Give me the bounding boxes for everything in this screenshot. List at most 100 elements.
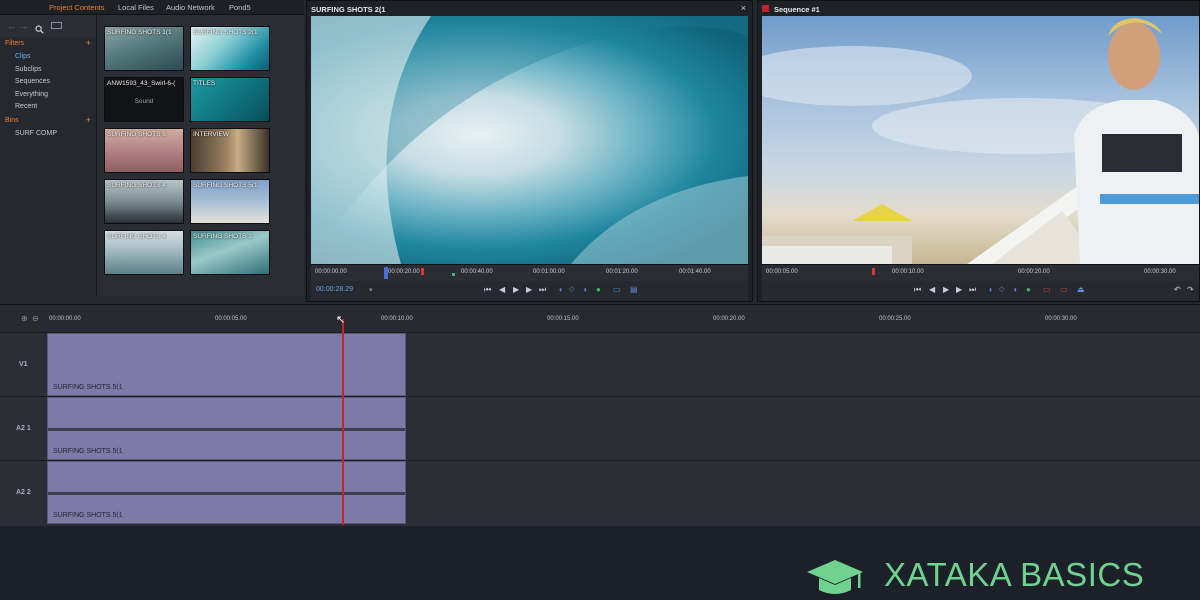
mark-clip-icon[interactable]: ◇ [999,285,1004,295]
mark-in-icon[interactable] [384,267,388,279]
sidebar-item-sequences[interactable]: Sequences [15,78,50,85]
clip-label: SURFING SHOTS 3 [193,233,252,240]
track-label-v1[interactable]: V1 [19,361,28,368]
record-viewer-title: Sequence #1 [774,5,820,14]
step-forward-icon[interactable]: ▶ [956,285,962,295]
timeline-playhead[interactable] [342,319,344,525]
lift-icon[interactable]: ▭ [1043,285,1051,295]
mark-in-button-icon[interactable]: ◖ [988,285,993,295]
graduation-cap-icon [807,560,863,594]
clip-thumbnail[interactable]: SURFING SHOTS 1(1 [104,26,184,71]
ruler-tick-label: 00:00:20.00 [1018,269,1050,275]
go-to-start-icon[interactable]: ⏮ [914,285,921,295]
clip-thumbnail[interactable]: SURFING SHOTS 2(1 [190,26,270,71]
add-marker-icon[interactable]: ● [1026,285,1031,295]
ruler-tick-label: 00:01:00.00 [533,269,565,275]
clip-thumbnail[interactable]: SURFING SHOTS 6 [104,128,184,173]
mark-out-button-icon[interactable]: ◗ [1013,285,1018,295]
clip-label: SURFING SHOTS 6 [107,131,166,138]
redo-icon[interactable]: ↷ [1187,285,1194,295]
clip-label: TITLES [193,80,216,87]
tab-local-files[interactable]: Local Files [118,0,154,15]
ruler-tick-label: 00:00:40.00 [461,269,493,275]
source-time-ruler[interactable]: 00:00:00.00 00:00:20.00 00:00:40.00 00:0… [311,264,748,282]
timeline-audio-clip[interactable]: SURFING SHOTS 5(1 [47,397,406,460]
close-icon[interactable]: × [741,3,746,13]
view-mode-icon[interactable] [51,22,62,29]
zoom-out-icon[interactable]: ⊖ [32,314,39,323]
tab-pond5[interactable]: Pond5 [229,0,251,15]
go-to-end-icon[interactable]: ⏭ [969,285,976,295]
ruler-tick-label: 00:01:40.00 [679,269,711,275]
go-to-end-icon[interactable]: ⏭ [539,285,546,295]
export-icon[interactable]: ⏏ [1077,285,1085,295]
add-filter-button[interactable]: + [86,39,91,48]
record-indicator-icon [762,5,769,12]
source-video-frame[interactable] [311,16,748,264]
clip-thumbnail[interactable]: SURFING SHOTS 4 [104,179,184,224]
timeline-ruler[interactable]: ⊕ ⊖ 00:00:00.00 00:00:05.00 00:00:10.00 … [0,305,1200,333]
clip-thumbnail[interactable]: TITLES [190,77,270,122]
step-back-icon[interactable]: ◀ [499,285,505,295]
ruler-tick-label: 00:00:30.00 [1144,269,1176,275]
clip-thumbnail[interactable]: SURFING SHOTS 5(1 [190,179,270,224]
timeline-tick-label: 00:00:20.00 [713,316,745,322]
clip-media-type: Sound [134,98,154,105]
tab-audio-network[interactable]: Audio Network [166,0,215,15]
sidebar-item-subclips[interactable]: Subclips [15,66,41,73]
clip-label: SURFING SHOTS 1(1 [107,29,172,36]
clip-thumbnail[interactable]: ANW1593_43_Swirl-6-( Sound [104,77,184,122]
clip-thumbnail[interactable]: INTERVIEW [190,128,270,173]
clip-browser-grid: SURFING SHOTS 1(1 SURFING SHOTS 2(1 ANW1… [96,15,390,303]
overwrite-clip-icon[interactable]: ▤ [630,285,638,295]
timeline-tick-label: 00:00:15.00 [547,316,579,322]
add-marker-icon[interactable]: ● [596,285,601,295]
go-to-start-icon[interactable]: ⏮ [484,285,491,295]
search-icon[interactable] [35,21,44,39]
add-bin-button[interactable]: + [86,116,91,125]
step-back-icon[interactable]: ◀ [929,285,935,295]
timeline-audio-clip[interactable]: SURFING SHOTS 5(1 [47,461,406,524]
sidebar-toolbar: ← → [0,15,96,37]
source-viewer: SURFING SHOTS 2(1 × 00:00:00.00 00:00:20… [306,0,753,302]
clip-label: INTERVIEW [193,131,229,138]
record-viewer: Sequence #1 00:00:05.00 00:00:10.00 00:0… [757,0,1200,302]
clip-thumbnail[interactable]: SURFING SHOTS 4 [104,230,184,275]
track-label-a2-1[interactable]: A2 1 [16,425,31,432]
record-video-frame[interactable] [762,16,1199,264]
sidebar-item-recent[interactable]: Recent [15,103,37,110]
zoom-in-icon[interactable]: ⊕ [21,314,28,323]
sidebar-item-everything[interactable]: Everything [15,91,48,98]
mark-in-button-icon[interactable]: ◖ [558,285,563,295]
timeline-panel: ⊕ ⊖ 00:00:00.00 00:00:05.00 00:00:10.00 … [0,304,1200,526]
undo-icon[interactable]: ↶ [1174,285,1181,295]
clip-thumbnail[interactable]: SURFING SHOTS 3 [190,230,270,275]
track-label-a2-2[interactable]: A2 2 [16,489,31,496]
source-timecode[interactable]: 00:00:28.29 [316,286,353,293]
timeline-clip-label: SURFING SHOTS 5(1 [53,512,123,519]
mark-clip-icon[interactable]: ◇ [569,285,574,295]
back-arrow-icon[interactable]: ← [7,21,16,31]
insert-clip-icon[interactable]: ▭ [613,285,621,295]
mark-out-icon[interactable] [452,273,455,276]
tab-project-contents[interactable]: Project Contents [49,0,104,15]
play-icon[interactable]: ▶ [943,285,949,295]
timecode-dropdown-icon[interactable]: ▾ [369,286,373,294]
bins-heading: Bins [5,117,19,124]
extract-icon[interactable]: ▭ [1060,285,1068,295]
brand-logo-text: XATAKA BASICS [884,556,1145,593]
play-icon[interactable]: ▶ [513,285,519,295]
forward-arrow-icon[interactable]: → [19,21,28,31]
mark-out-button-icon[interactable]: ◗ [583,285,588,295]
timeline-tick-label: 00:00:00.00 [49,316,81,322]
sidebar-item-clips[interactable]: Clips [15,53,31,60]
sidebar-item-surf-comp[interactable]: SURF COMP [15,130,57,137]
step-forward-icon[interactable]: ▶ [526,285,532,295]
ruler-tick-label: 00:01:20.00 [606,269,638,275]
record-time-ruler[interactable]: 00:00:05.00 00:00:10.00 00:00:20.00 00:0… [762,264,1199,282]
ruler-tick-label: 00:00:00.00 [315,269,347,275]
browser-tab-bar: Project Contents Local Files Audio Netwo… [0,0,304,15]
playhead-marker-icon[interactable] [872,268,875,275]
timeline-video-clip[interactable]: SURFING SHOTS 5(1 [47,333,406,396]
playhead-marker-icon[interactable] [421,268,424,275]
